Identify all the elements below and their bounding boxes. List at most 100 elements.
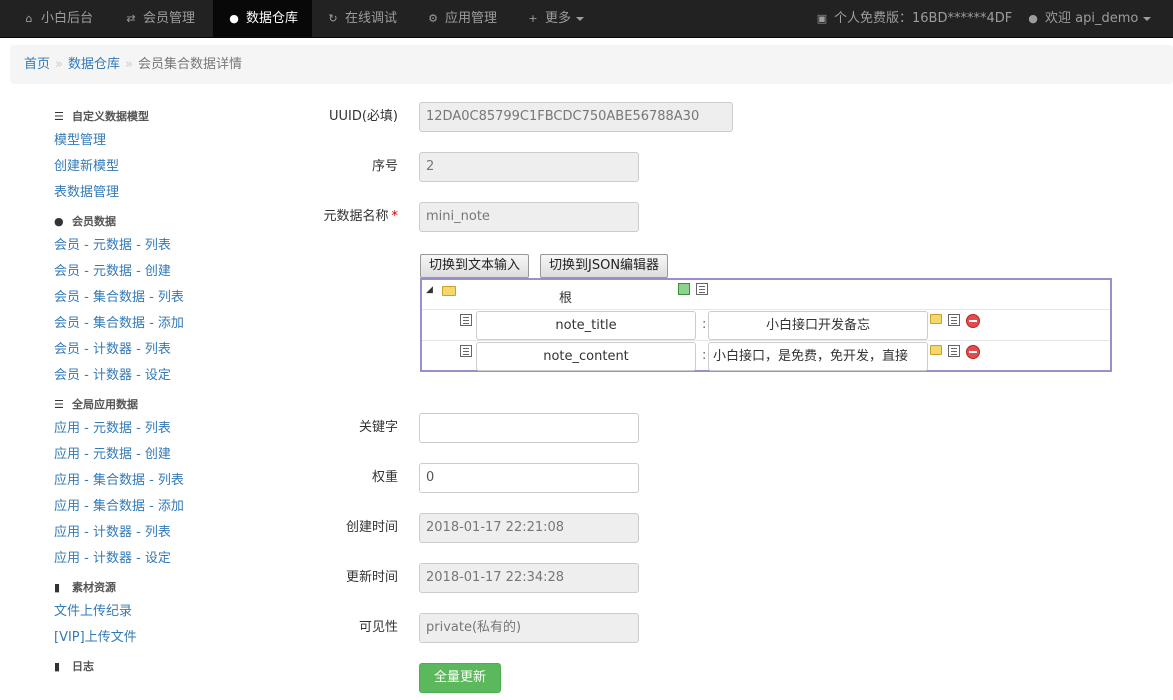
plus-icon: +	[528, 12, 538, 25]
sidebar-item-member-collection-add[interactable]: 会员 - 集合数据 - 添加	[54, 311, 284, 337]
form-row-visibility: 可见性 private(私有的)	[290, 613, 750, 643]
sidebar-item-table-data[interactable]: 表数据管理	[54, 180, 284, 206]
json-value-input[interactable]: 小白接口，是免费，免开发，直接	[708, 342, 928, 371]
insert-field-icon[interactable]	[948, 314, 960, 326]
user-icon: ●	[54, 215, 64, 228]
created-input[interactable]: 2018-01-17 22:21:08	[419, 513, 639, 543]
sidebar-group-custom-model: ☰ 自定义数据模型 模型管理 创建新模型 表数据管理	[54, 106, 284, 206]
breadcrumb-section-link[interactable]: 数据仓库	[68, 57, 120, 72]
sidebar-group-assets: ▮ 素材资源 文件上传纪录 [VIP]上传文件	[54, 577, 284, 651]
json-colon: :	[702, 348, 707, 363]
form-row-seq: 序号 2	[290, 152, 750, 182]
folder-icon	[442, 286, 456, 296]
visibility-label: 可见性	[358, 620, 398, 635]
shuffle-icon: ⇄	[126, 12, 136, 25]
add-child-icon[interactable]	[678, 283, 690, 295]
sidebar-item-app-meta-create[interactable]: 应用 - 元数据 - 创建	[54, 442, 284, 468]
created-label: 创建时间	[345, 520, 398, 535]
nav-license: ▣ 个人免费版：16BD******4DF	[815, 0, 1012, 37]
gear-icon: ⚙	[428, 12, 438, 25]
json-root-label: 根	[559, 291, 573, 306]
breadcrumb-separator: »	[55, 57, 63, 72]
seq-label: 序号	[371, 159, 398, 174]
caret-down-icon	[1143, 16, 1152, 21]
form-row-meta-name: 元数据名称 * mini_note	[290, 202, 750, 232]
field-icon	[460, 314, 472, 326]
book-icon: ▮	[54, 660, 61, 673]
delete-icon[interactable]	[966, 314, 980, 328]
collapse-triangle-icon[interactable]: ◢	[426, 285, 433, 295]
sidebar-item-member-meta-create[interactable]: 会员 - 元数据 - 创建	[54, 259, 284, 285]
user-icon: ●	[1028, 12, 1038, 25]
json-row: note_title : 小白接口开发备忘	[422, 310, 1110, 341]
meta-name-label: 元数据名称 *	[323, 209, 399, 224]
visibility-select[interactable]: private(私有的)	[419, 613, 639, 643]
keyword-label: 关键字	[358, 420, 398, 435]
field-icon	[460, 345, 472, 357]
delete-icon[interactable]	[966, 345, 980, 359]
switch-json-editor-button[interactable]: 切换到JSON编辑器	[540, 254, 669, 278]
breadcrumb-current: 会员集合数据详情	[137, 57, 242, 72]
globe-icon: ●	[229, 12, 239, 25]
sidebar-item-create-model[interactable]: 创建新模型	[54, 154, 284, 180]
uuid-input[interactable]: 12DA0C85799C1FBCDC750ABE56788A30	[419, 102, 733, 132]
sidebar-item-vip-upload[interactable]: [VIP]上传文件	[54, 625, 284, 651]
required-mark: *	[391, 209, 399, 224]
sidebar-item-member-meta-list[interactable]: 会员 - 元数据 - 列表	[54, 233, 284, 259]
sidebar-group-global-app-data: ☰ 全局应用数据 应用 - 元数据 - 列表 应用 - 元数据 - 创建 应用 -…	[54, 394, 284, 572]
top-navbar: ⌂ 小白后台 ⇄ 会员管理 ● 数据仓库 ↻ 在线调试 ⚙ 应用管理 + 更多 ▣ 个人免费版…	[0, 0, 1173, 38]
sidebar-group-logs: ▮ 日志	[54, 656, 284, 678]
json-key-input[interactable]: note_title	[476, 311, 696, 340]
refresh-icon: ↻	[328, 12, 338, 25]
sidebar-item-model-management[interactable]: 模型管理	[54, 128, 284, 154]
insert-object-icon[interactable]	[930, 345, 942, 355]
form-row-uuid: UUID(必填) 12DA0C85799C1FBCDC750ABE56788A3…	[290, 102, 750, 132]
weight-input[interactable]: 0	[419, 463, 639, 493]
updated-label: 更新时间	[345, 570, 398, 585]
sidebar-item-member-collection-list[interactable]: 会员 - 集合数据 - 列表	[54, 285, 284, 311]
breadcrumb-home-link[interactable]: 首页	[24, 57, 50, 72]
meta-name-input[interactable]: mini_note	[419, 202, 639, 232]
json-root-line: ◢ 根	[422, 280, 1110, 310]
form-row-keyword: 关键字	[290, 413, 750, 443]
json-value-input[interactable]: 小白接口开发备忘	[708, 311, 928, 340]
sidebar-item-app-counter-list[interactable]: 应用 - 计数器 - 列表	[54, 520, 284, 546]
nav-user-dropdown[interactable]: ● 欢迎 api_demo	[1026, 0, 1152, 37]
sidebar-item-upload-records[interactable]: 文件上传纪录	[54, 599, 284, 625]
lock-icon: ▣	[816, 12, 828, 25]
breadcrumb: 首页 » 数据仓库 » 会员集合数据详情	[10, 45, 1173, 84]
updated-input[interactable]: 2018-01-17 22:34:28	[419, 563, 639, 593]
nav-data-warehouse[interactable]: ● 数据仓库	[213, 0, 313, 37]
add-field-icon[interactable]	[696, 283, 708, 295]
caret-down-icon	[576, 16, 585, 21]
json-colon: :	[702, 317, 707, 332]
sidebar-item-app-meta-list[interactable]: 应用 - 元数据 - 列表	[54, 416, 284, 442]
keyword-input[interactable]	[419, 413, 639, 443]
weight-label: 权重	[371, 470, 398, 485]
nav-app-management[interactable]: ⚙ 应用管理	[426, 0, 497, 37]
switch-text-input-button[interactable]: 切换到文本输入	[420, 254, 530, 278]
nav-more-dropdown[interactable]: + 更多	[526, 0, 585, 37]
breadcrumb-separator: »	[125, 57, 133, 72]
nav-brand[interactable]: ⌂ 小白后台	[22, 0, 94, 37]
form-row-created: 创建时间 2018-01-17 22:21:08	[290, 513, 750, 543]
nav-member-management[interactable]: ⇄ 会员管理	[124, 0, 195, 37]
insert-object-icon[interactable]	[930, 314, 942, 324]
sidebar-item-member-counter-list[interactable]: 会员 - 计数器 - 列表	[54, 337, 284, 363]
form-row-updated: 更新时间 2018-01-17 22:34:28	[290, 563, 750, 593]
form-row-weight: 权重 0	[290, 463, 750, 493]
sidebar: ☰ 自定义数据模型 模型管理 创建新模型 表数据管理 ● 会员数据 会员 - 元数据…	[54, 104, 284, 683]
seq-input[interactable]: 2	[419, 152, 639, 182]
json-key-input[interactable]: note_content	[476, 342, 696, 371]
json-row: note_content : 小白接口，是免费，免开发，直接	[422, 341, 1110, 372]
sidebar-item-app-counter-set[interactable]: 应用 - 计数器 - 设定	[54, 546, 284, 572]
nav-online-debug[interactable]: ↻ 在线调试	[326, 0, 397, 37]
insert-field-icon[interactable]	[948, 345, 960, 357]
list-icon: ☰	[54, 110, 64, 123]
sidebar-item-app-collection-add[interactable]: 应用 - 集合数据 - 添加	[54, 494, 284, 520]
sidebar-item-member-counter-set[interactable]: 会员 - 计数器 - 设定	[54, 363, 284, 389]
list-icon: ☰	[54, 398, 64, 411]
full-update-button[interactable]: 全量更新	[419, 663, 501, 693]
sidebar-item-app-collection-list[interactable]: 应用 - 集合数据 - 列表	[54, 468, 284, 494]
book-icon: ▮	[54, 581, 61, 594]
